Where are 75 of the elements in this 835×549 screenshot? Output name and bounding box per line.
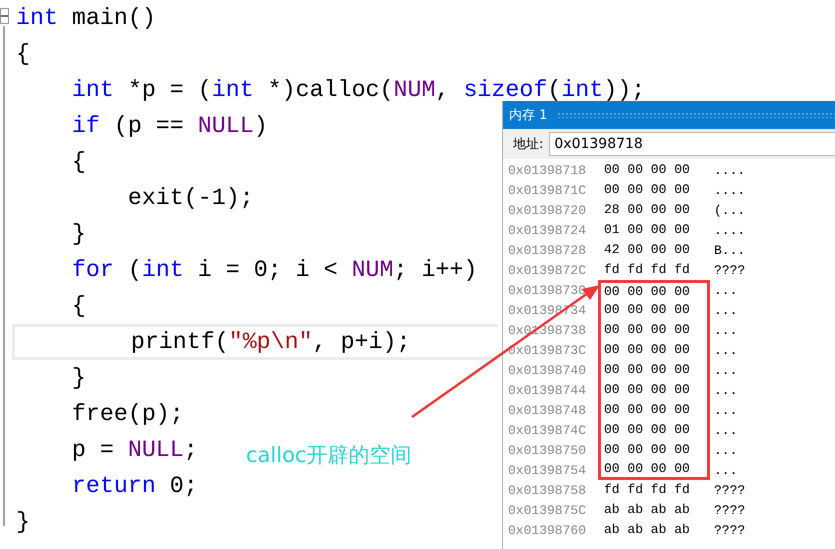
memory-bytes: 28 00 00 00	[603, 201, 691, 219]
collapse-icon[interactable]	[0, 8, 9, 24]
memory-ascii: ....	[714, 222, 746, 238]
memory-ascii: ...	[714, 322, 738, 338]
code-line: p = NULL;	[70, 436, 198, 465]
memory-bytes: fd fd fd fd	[603, 481, 691, 499]
code-line: }	[70, 220, 86, 249]
memory-ascii: ????	[714, 502, 746, 518]
memory-ascii: (...	[714, 202, 746, 218]
address-label: 地址:	[513, 136, 544, 153]
memory-ascii: ...	[714, 422, 738, 438]
memory-address: 0x01398750	[507, 442, 588, 458]
memory-address: 0x01398730	[507, 282, 588, 298]
memory-address: 0x01398760	[507, 522, 588, 538]
memory-address: 0x0139873C	[507, 342, 588, 358]
memory-ascii: B...	[714, 242, 746, 258]
code-line: {	[70, 148, 86, 177]
window-title: 内存 1	[509, 107, 548, 124]
memory-bytes: 00 00 00 00	[603, 181, 691, 199]
memory-address: 0x01398748	[507, 402, 588, 418]
memory-ascii: ????	[714, 262, 746, 278]
annotation-label: calloc开辟的空间	[246, 442, 412, 469]
memory-address: 0x01398744	[507, 382, 588, 398]
memory-address: 0x01398754	[507, 462, 588, 478]
memory-ascii: ????	[714, 522, 746, 538]
memory-ascii: ...	[714, 362, 738, 378]
memory-bytes: 00 00 00 00	[598, 400, 710, 420]
memory-ascii: ????	[714, 482, 746, 498]
memory-ascii: ....	[714, 182, 746, 198]
code-line: return 0;	[70, 472, 198, 501]
code-line: {	[70, 292, 86, 321]
code-line: }	[15, 508, 30, 537]
code-line: int *p = (int *)calloc(NUM, sizeof(int));	[70, 76, 646, 105]
memory-bytes: ab ab ab ab	[603, 521, 691, 539]
code-line: if (p == NULL)	[70, 112, 268, 141]
memory-ascii: ...	[714, 342, 738, 358]
memory-bytes: 00 00 00 00	[598, 440, 710, 460]
memory-bytes: 01 00 00 00	[603, 221, 691, 239]
memory-bytes: 00 00 00 00	[603, 161, 691, 179]
memory-address: 0x01398728	[507, 242, 588, 258]
memory-address: 0x0139871C	[507, 182, 588, 198]
code-line: }	[70, 364, 86, 393]
memory-bytes: 00 00 00 00	[598, 280, 710, 300]
memory-ascii: ...	[714, 382, 738, 398]
code-line: printf("%p\n", p+i);	[12, 324, 498, 360]
memory-bytes: 00 00 00 00	[598, 360, 710, 380]
code-line: for (int i = 0; i < NUM; i++)	[70, 256, 478, 285]
memory-address: 0x01398724	[507, 222, 588, 238]
memory-ascii: ...	[714, 302, 738, 318]
memory-address: 0x01398720	[507, 202, 588, 218]
memory-bytes: 00 00 00 00	[598, 300, 710, 320]
memory-bytes: ab ab ab ab	[603, 501, 691, 519]
memory-bytes: 00 00 00 00	[598, 320, 710, 340]
memory-address: 0x01398718	[507, 162, 588, 178]
memory-address: 0x0139875C	[507, 502, 588, 518]
address-field[interactable]: 0x01398718	[549, 132, 835, 156]
memory-bytes: 00 00 00 00	[598, 460, 710, 480]
memory-address: 0x0139874C	[507, 422, 588, 438]
memory-ascii: ...	[714, 442, 738, 458]
code-line: exit(-1);	[126, 184, 254, 213]
memory-bytes: 42 00 00 00	[603, 241, 691, 259]
memory-bytes: 00 00 00 00	[598, 380, 710, 400]
memory-bytes: 00 00 00 00	[598, 420, 710, 440]
memory-ascii: ...	[714, 282, 738, 298]
memory-address: 0x0139872C	[507, 262, 588, 278]
memory-address: 0x01398758	[507, 482, 588, 498]
memory-bytes: 00 00 00 00	[598, 340, 710, 360]
memory-ascii: ...	[714, 402, 738, 418]
memory-address: 0x01398740	[507, 362, 588, 378]
code-line: free(p);	[70, 400, 184, 429]
memory-ascii: ....	[714, 162, 746, 178]
code-line: int main()	[15, 4, 156, 33]
memory-ascii: ...	[714, 462, 738, 478]
memory-bytes: fd fd fd fd	[603, 261, 691, 279]
code-line: {	[15, 40, 30, 69]
